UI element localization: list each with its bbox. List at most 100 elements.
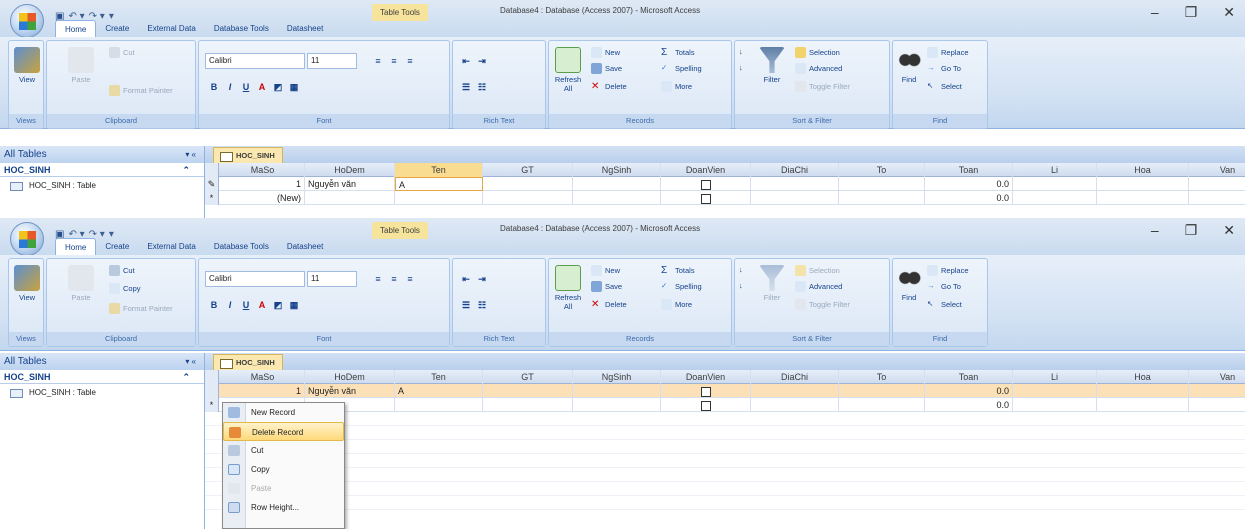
advanced-button[interactable]: Advanced bbox=[795, 281, 842, 292]
bullets-icon[interactable]: ☰ bbox=[459, 79, 473, 95]
find-button[interactable]: Find bbox=[895, 47, 923, 84]
font-color-icon[interactable]: A bbox=[255, 297, 269, 313]
align-left-icon[interactable]: ≡ bbox=[371, 53, 385, 69]
doanvien-checkbox[interactable] bbox=[700, 179, 711, 190]
close-button[interactable]: ✕ bbox=[1223, 4, 1235, 21]
tab-database-tools[interactable]: Database Tools bbox=[205, 238, 278, 255]
more-button[interactable]: More bbox=[661, 81, 692, 92]
column-header-hoa[interactable]: Hoa bbox=[1097, 163, 1189, 177]
nav-item-hoc-sinh-table[interactable]: HOC_SINH : Table bbox=[0, 384, 204, 402]
doanvien-checkbox[interactable] bbox=[700, 386, 711, 397]
nav-item-hoc-sinh-table[interactable]: HOC_SINH : Table bbox=[0, 177, 204, 195]
column-header-ngsinh[interactable]: NgSinh bbox=[573, 370, 661, 384]
cell-diachi[interactable] bbox=[751, 384, 839, 398]
cell-hoa[interactable] bbox=[1097, 177, 1189, 191]
column-header-van[interactable]: Van bbox=[1189, 163, 1245, 177]
chevron-down-icon[interactable]: ▾ « bbox=[185, 353, 196, 370]
copy-button[interactable]: Copy bbox=[109, 283, 141, 294]
minimize-button[interactable]: – bbox=[1151, 4, 1159, 21]
tab-create[interactable]: Create bbox=[96, 20, 138, 37]
cell-hoa[interactable] bbox=[1097, 384, 1189, 398]
bold-icon[interactable]: B bbox=[207, 79, 221, 95]
table-row[interactable]: * 0.0 bbox=[205, 398, 1245, 412]
tab-external-data[interactable]: External Data bbox=[138, 238, 204, 255]
cell-hoa[interactable] bbox=[1097, 191, 1189, 205]
cell-to[interactable] bbox=[839, 177, 925, 191]
tab-datasheet[interactable]: Datasheet bbox=[278, 20, 332, 37]
record-selector[interactable]: ✎ bbox=[205, 177, 219, 191]
paste-button[interactable]: Paste bbox=[67, 47, 95, 84]
column-header-maso[interactable]: MaSo bbox=[221, 163, 305, 177]
new-record-button[interactable]: New bbox=[591, 265, 620, 276]
column-header-hodem[interactable]: HoDem bbox=[305, 370, 395, 384]
cell-ten[interactable]: A bbox=[395, 177, 483, 191]
cell-diachi[interactable] bbox=[751, 191, 839, 205]
refresh-all-button[interactable]: Refresh All bbox=[551, 47, 585, 93]
select-all-cell[interactable] bbox=[205, 370, 219, 384]
fill-color-icon[interactable]: ◩ bbox=[271, 79, 285, 95]
format-painter-button[interactable]: Format Painter bbox=[109, 303, 173, 314]
record-selector[interactable] bbox=[205, 384, 219, 398]
nav-header[interactable]: All Tables ▾ « bbox=[0, 353, 204, 370]
numbering-icon[interactable]: ☷ bbox=[475, 79, 489, 95]
cell-ten[interactable] bbox=[395, 398, 483, 412]
cell-toan[interactable]: 0.0 bbox=[925, 384, 1013, 398]
sort-asc-button[interactable]: ↓ bbox=[739, 47, 750, 58]
spelling-button[interactable]: ✓ Spelling bbox=[661, 281, 702, 292]
nav-group-hoc-sinh[interactable]: HOC_SINH ⌃ bbox=[0, 163, 204, 177]
cell-van[interactable] bbox=[1189, 384, 1245, 398]
format-painter-button[interactable]: Format Painter bbox=[109, 85, 173, 96]
align-center-icon[interactable]: ≡ bbox=[387, 53, 401, 69]
font-name-combo[interactable]: Calibri bbox=[205, 53, 305, 69]
cut-button[interactable]: Cut bbox=[109, 265, 135, 276]
column-header-diachi[interactable]: DiaChi bbox=[751, 370, 839, 384]
column-header-toan[interactable]: Toan bbox=[925, 370, 1013, 384]
tab-database-tools[interactable]: Database Tools bbox=[205, 20, 278, 37]
refresh-all-button[interactable]: Refresh All bbox=[551, 265, 585, 311]
cell-gt[interactable] bbox=[483, 191, 573, 205]
cell-li[interactable] bbox=[1013, 191, 1097, 205]
column-header-ngsinh[interactable]: NgSinh bbox=[573, 163, 661, 177]
column-header-ten[interactable]: Ten bbox=[395, 163, 483, 177]
advanced-button[interactable]: Advanced bbox=[795, 63, 842, 74]
cell-hoa[interactable] bbox=[1097, 398, 1189, 412]
bold-icon[interactable]: B bbox=[207, 297, 221, 313]
column-header-gt[interactable]: GT bbox=[483, 370, 573, 384]
table-row[interactable]: 1 Nguyễn văn A 0.0 bbox=[205, 384, 1245, 398]
cell-to[interactable] bbox=[839, 384, 925, 398]
column-header-gt[interactable]: GT bbox=[483, 163, 573, 177]
column-header-maso[interactable]: MaSo bbox=[221, 370, 305, 384]
cell-van[interactable] bbox=[1189, 177, 1245, 191]
cell-toan[interactable]: 0.0 bbox=[925, 398, 1013, 412]
menu-paste[interactable]: Paste bbox=[223, 479, 344, 498]
close-button[interactable]: ✕ bbox=[1223, 222, 1235, 239]
italic-icon[interactable]: I bbox=[223, 297, 237, 313]
cell-doanvien[interactable] bbox=[661, 177, 751, 191]
totals-button[interactable]: Σ Totals bbox=[661, 47, 695, 58]
underline-icon[interactable]: U bbox=[239, 79, 253, 95]
cell-ten[interactable]: A bbox=[395, 384, 483, 398]
cell-hodem[interactable]: Nguyễn văn bbox=[305, 177, 395, 191]
cell-gt[interactable] bbox=[483, 398, 573, 412]
goto-button[interactable]: → Go To bbox=[927, 63, 961, 74]
menu-cut[interactable]: Cut bbox=[223, 441, 344, 460]
decrease-indent-icon[interactable]: ⇤ bbox=[459, 271, 473, 287]
cell-to[interactable] bbox=[839, 398, 925, 412]
column-header-ten[interactable]: Ten bbox=[395, 370, 483, 384]
select-button[interactable]: ↖ Select bbox=[927, 81, 962, 92]
replace-button[interactable]: Replace bbox=[927, 47, 969, 58]
save-record-button[interactable]: Save bbox=[591, 281, 622, 292]
tab-home[interactable]: Home bbox=[55, 20, 97, 37]
gridlines-icon[interactable]: ▦ bbox=[287, 79, 301, 95]
view-button[interactable]: View bbox=[13, 47, 41, 84]
tab-create[interactable]: Create bbox=[96, 238, 138, 255]
cell-doanvien[interactable] bbox=[661, 384, 751, 398]
bullets-icon[interactable]: ☰ bbox=[459, 297, 473, 313]
table-row[interactable]: ✎ 1 Nguyễn văn A 0.0 bbox=[205, 177, 1245, 191]
new-record-button[interactable]: New bbox=[591, 47, 620, 58]
collapse-icon[interactable]: ⌃ bbox=[182, 163, 190, 177]
spelling-button[interactable]: ✓ Spelling bbox=[661, 63, 702, 74]
tab-datasheet[interactable]: Datasheet bbox=[278, 238, 332, 255]
doanvien-checkbox[interactable] bbox=[700, 193, 711, 204]
cell-hodem[interactable]: Nguyễn văn bbox=[305, 384, 395, 398]
